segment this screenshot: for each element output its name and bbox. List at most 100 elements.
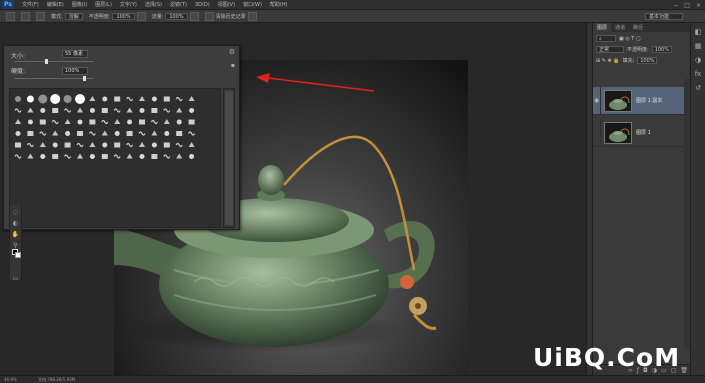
brush-tip[interactable]: [27, 131, 34, 136]
color-panel-icon[interactable]: ◧: [694, 28, 703, 37]
erase-history-control[interactable]: 清除历史记录: [204, 11, 257, 21]
brush-tip[interactable]: [151, 108, 158, 113]
brush-tip[interactable]: [27, 119, 33, 125]
brush-tip[interactable]: [65, 131, 71, 136]
hand-tool-icon[interactable]: ✋: [12, 231, 20, 238]
brush-tip[interactable]: [114, 142, 121, 148]
brush-tip[interactable]: [89, 96, 96, 101]
brush-tip[interactable]: [151, 130, 158, 136]
brush-hardness-knob[interactable]: [83, 76, 86, 81]
brush-tip[interactable]: [89, 119, 96, 125]
brush-tool-preset[interactable]: [6, 11, 15, 21]
zoom-tool-icon[interactable]: ⚲: [12, 242, 20, 249]
brush-size-slider[interactable]: [14, 61, 94, 62]
checkbox-icon[interactable]: [204, 11, 214, 21]
new-preset-icon[interactable]: ▪: [231, 62, 235, 69]
gear-icon[interactable]: ⚙: [229, 48, 235, 56]
brush-tip[interactable]: [138, 131, 146, 136]
brush-tip[interactable]: [189, 108, 195, 113]
brush-tip[interactable]: [77, 107, 83, 113]
brush-tip[interactable]: [163, 108, 171, 113]
pressure-size-icon[interactable]: [247, 11, 257, 21]
scrollbar-thumb[interactable]: [225, 91, 233, 225]
layer-kind-filter[interactable]: ⌕: [596, 35, 616, 42]
brush-panel-toggle[interactable]: [36, 11, 45, 21]
brush-tip[interactable]: [176, 131, 183, 136]
brush-tip[interactable]: [188, 142, 195, 147]
menu-type[interactable]: 文字(Y): [120, 1, 137, 8]
brush-tip[interactable]: [75, 94, 85, 104]
brush-tip[interactable]: [126, 131, 133, 136]
brush-tip[interactable]: [51, 119, 59, 125]
layer-opacity-field[interactable]: 100%: [651, 46, 672, 53]
brush-tip[interactable]: [101, 154, 108, 159]
layer-row-original[interactable]: 图层 1: [593, 118, 685, 147]
history-icon[interactable]: ↺: [694, 84, 703, 93]
brush-tip[interactable]: [101, 108, 108, 113]
brush-tip[interactable]: [40, 108, 46, 113]
menu-3d[interactable]: 3D(D): [195, 2, 210, 8]
brush-tip[interactable]: [139, 119, 145, 125]
brush-tip[interactable]: [64, 142, 71, 148]
brush-tip[interactable]: [151, 96, 157, 102]
brush-tip[interactable]: [52, 154, 59, 159]
brush-tip[interactable]: [188, 131, 196, 136]
tab-channels[interactable]: 通道: [611, 23, 629, 32]
brush-preset-grid[interactable]: [9, 88, 221, 228]
brush-tip[interactable]: [89, 154, 95, 159]
layer-row-copy[interactable]: ◉ 图层 1 副本: [593, 86, 685, 115]
brush-tip[interactable]: [15, 142, 21, 148]
blend-mode-select[interactable]: 正常: [596, 46, 624, 53]
brush-tip[interactable]: [114, 131, 120, 136]
brush-tip[interactable]: [150, 119, 158, 125]
menu-edit[interactable]: 编辑(E): [47, 1, 64, 8]
brush-tip[interactable]: [113, 154, 121, 159]
brush-tip[interactable]: [77, 153, 83, 159]
opacity-field[interactable]: 100%: [112, 12, 135, 20]
menu-image[interactable]: 图像(I): [72, 1, 87, 8]
brush-tip[interactable]: [89, 142, 96, 147]
brush-tip[interactable]: [64, 154, 72, 159]
brush-tip[interactable]: [40, 154, 46, 159]
zoom-level[interactable]: 46.9%: [4, 377, 17, 382]
trash-icon[interactable]: 🗑: [680, 367, 688, 374]
brush-tip[interactable]: [163, 119, 170, 124]
brush-tip[interactable]: [15, 119, 21, 124]
brush-tip[interactable]: [63, 95, 72, 103]
brush-tip[interactable]: [188, 96, 195, 101]
brush-tip[interactable]: [101, 130, 108, 136]
minimize-button[interactable]: −: [673, 2, 678, 9]
brush-tip[interactable]: [151, 142, 157, 148]
brush-tip[interactable]: [139, 142, 145, 147]
brush-tip[interactable]: [39, 142, 46, 147]
close-button[interactable]: ×: [696, 2, 701, 9]
brush-tip[interactable]: [163, 142, 170, 148]
eye-icon[interactable]: [593, 118, 601, 147]
background-color-swatch[interactable]: [15, 252, 21, 258]
brush-tip[interactable]: [114, 119, 121, 124]
brush-picker-toggle[interactable]: [21, 11, 30, 21]
brush-tip[interactable]: [127, 119, 133, 125]
brush-tip[interactable]: [189, 154, 195, 159]
menu-select[interactable]: 选择(S): [145, 1, 162, 8]
menu-window[interactable]: 窗口(W): [243, 1, 262, 8]
flow-field[interactable]: 100%: [165, 12, 188, 20]
menu-layer[interactable]: 图层(L): [95, 1, 112, 8]
brush-tip[interactable]: [126, 107, 133, 113]
styles-icon[interactable]: fx: [694, 70, 703, 79]
brush-hardness-field[interactable]: 100%: [62, 67, 88, 75]
dodge-tool-icon[interactable]: ◐: [12, 220, 20, 227]
brush-tip[interactable]: [26, 142, 34, 148]
brush-tip[interactable]: [64, 108, 72, 113]
brush-tip[interactable]: [14, 154, 22, 159]
brush-tip[interactable]: [14, 108, 22, 113]
layer-name[interactable]: 图层 1: [636, 129, 651, 136]
brush-tip[interactable]: [52, 142, 58, 148]
brush-tip[interactable]: [26, 95, 34, 103]
brush-tip[interactable]: [114, 96, 121, 102]
brush-tip[interactable]: [188, 119, 195, 125]
brush-tip[interactable]: [102, 96, 108, 102]
brush-tip[interactable]: [38, 94, 48, 104]
brush-tip[interactable]: [77, 131, 83, 136]
brush-tip[interactable]: [126, 96, 134, 102]
